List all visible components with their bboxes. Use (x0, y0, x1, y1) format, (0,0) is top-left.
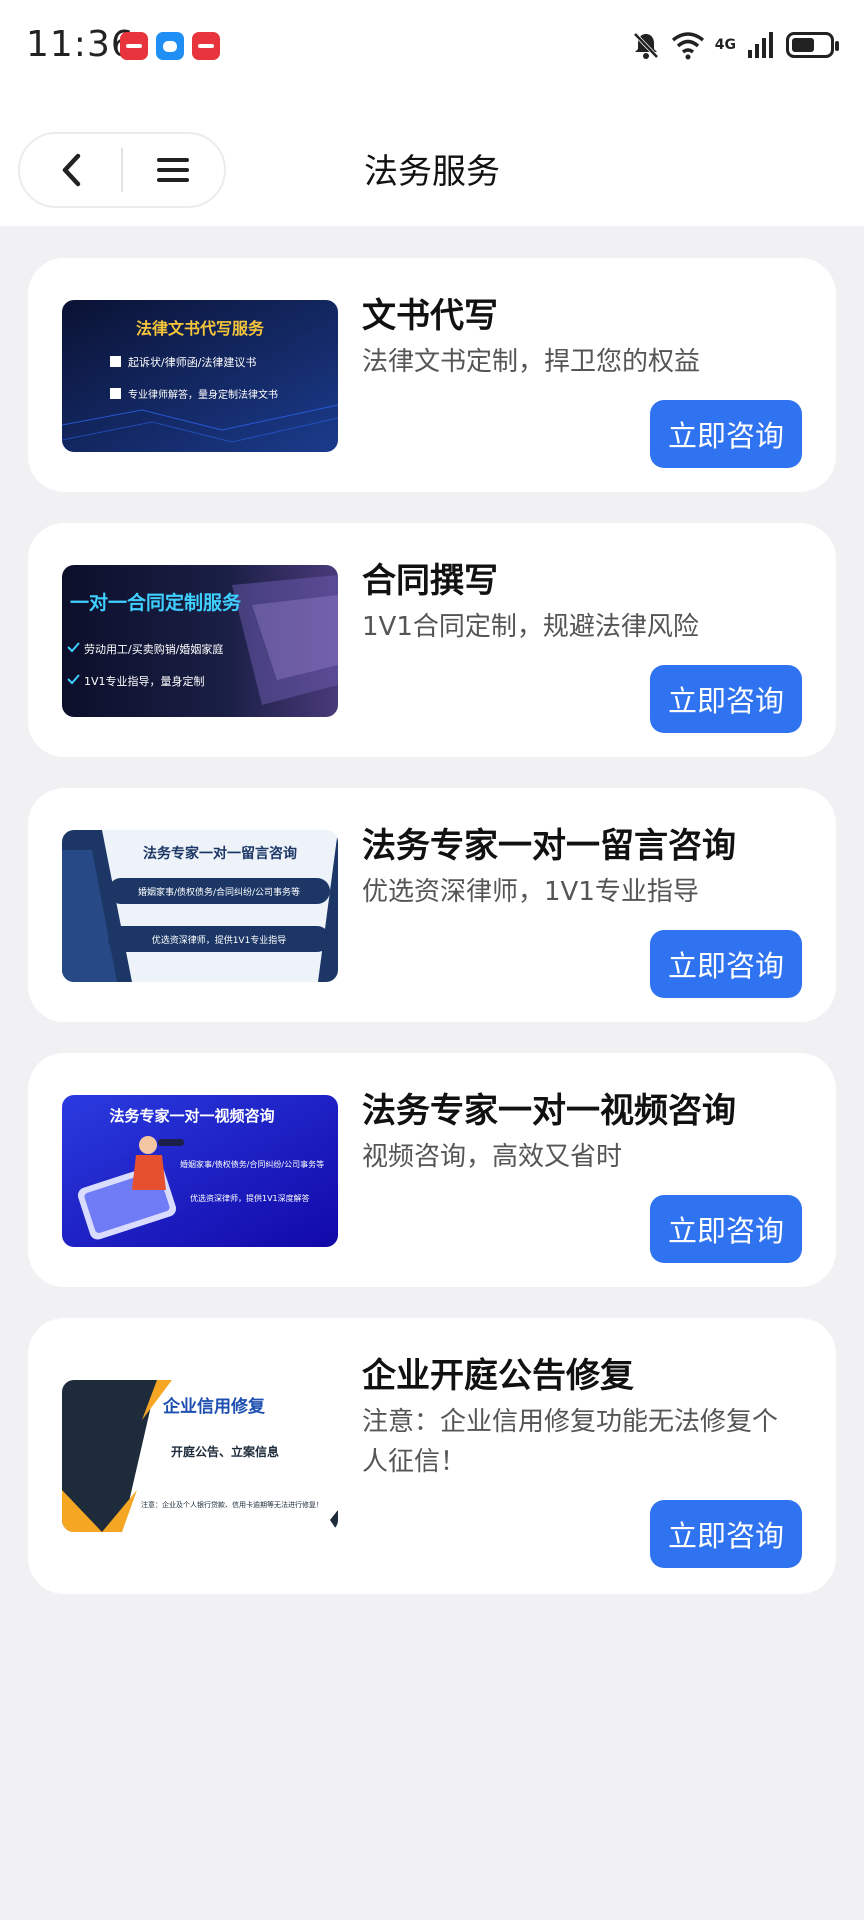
service-title: 文书代写 (362, 296, 498, 336)
signal-icon (748, 32, 773, 58)
service-title: 企业开庭公告修复 (362, 1356, 634, 1396)
service-thumbnail: 企业信用修复 开庭公告、立案信息 注意：企业及个人银行贷款、信用卡逾期等无法进行… (62, 1380, 338, 1532)
bell-muted-icon (633, 32, 659, 59)
service-description: 注意：企业信用修复功能无法修复个人征信！ (362, 1407, 779, 1477)
network-type-label: 4G (714, 37, 736, 53)
service-thumbnail: 法务专家一对一留言咨询 婚姻家事/债权债务/合同纠纷/公司事务等 优选资深律师，… (62, 830, 338, 982)
service-description: 法律文书定制，捍卫您的权益 (362, 347, 701, 377)
service-thumbnail: 法律文书代写服务 起诉状/律师函/法律建议书 专业律师解答，量身定制法律文书 (62, 300, 338, 452)
thumb-line: 劳动用工/买卖购销/婚姻家庭 (84, 642, 223, 656)
service-description: 1V1合同定制，规避法律风险 (362, 612, 699, 642)
thumb-line: 起诉状/律师函/法律建议书 (128, 355, 256, 369)
top-bar: 11:36 4G 法务服务 (0, 0, 864, 226)
thumb-line: 1V1专业指导，量身定制 (84, 674, 205, 688)
service-card: 法务专家一对一留言咨询 婚姻家事/债权债务/合同纠纷/公司事务等 优选资深律师，… (28, 788, 836, 1022)
thumb-line: 开庭公告、立案信息 (171, 1444, 279, 1459)
service-title: 法务专家一对一视频咨询 (362, 1091, 736, 1131)
app-notification-icon (192, 32, 220, 60)
app-notification-icon (120, 32, 148, 60)
thumb-line: 注意：企业及个人银行贷款、信用卡逾期等无法进行修复！ (141, 1500, 323, 1509)
consult-now-button[interactable]: 立即咨询 (650, 400, 802, 468)
consult-now-button[interactable]: 立即咨询 (650, 1500, 802, 1568)
thumb-line: 优选资深律师，提供1V1专业指导 (152, 934, 287, 946)
consult-now-button[interactable]: 立即咨询 (650, 1195, 802, 1263)
service-card: 法务专家一对一视频咨询 婚姻家事/债权债务/合同纠纷/公司事务等 优选资深律师，… (28, 1053, 836, 1287)
thumb-heading: 企业信用修复 (162, 1396, 266, 1417)
consult-now-button[interactable]: 立即咨询 (650, 665, 802, 733)
thumb-line: 专业律师解答，量身定制法律文书 (128, 388, 278, 401)
thumb-heading: 法务专家一对一留言咨询 (143, 845, 297, 862)
wifi-icon (671, 32, 704, 60)
service-card: 法律文书代写服务 起诉状/律师函/法律建议书 专业律师解答，量身定制法律文书 文… (28, 258, 836, 492)
thumb-heading: 一对一合同定制服务 (70, 591, 242, 614)
thumb-heading: 法律文书代写服务 (136, 319, 265, 338)
consult-now-button[interactable]: 立即咨询 (650, 930, 802, 998)
system-icons: 4G (631, 30, 839, 60)
service-card: 一对一合同定制服务 劳动用工/买卖购销/婚姻家庭 1V1专业指导，量身定制 合同… (28, 523, 836, 757)
service-title: 合同撰写 (362, 561, 498, 601)
thumb-line: 优选资深律师，提供1V1深度解答 (190, 1193, 310, 1203)
service-description: 优选资深律师，1V1专业指导 (362, 877, 699, 907)
notification-icons (120, 32, 220, 60)
status-time: 11:36 (26, 24, 135, 65)
page-title: 法务服务 (364, 152, 500, 192)
battery-level (792, 38, 814, 52)
service-thumbnail: 一对一合同定制服务 劳动用工/买卖购销/婚姻家庭 1V1专业指导，量身定制 (62, 565, 338, 717)
thumb-heading: 法务专家一对一视频咨询 (109, 1107, 274, 1125)
service-title: 法务专家一对一留言咨询 (362, 826, 736, 866)
chat-notification-icon (156, 32, 184, 60)
thumb-line: 婚姻家事/债权债务/合同纠纷/公司事务等 (138, 886, 300, 898)
service-thumbnail: 法务专家一对一视频咨询 婚姻家事/债权债务/合同纠纷/公司事务等 优选资深律师，… (62, 1095, 338, 1247)
thumb-line: 婚姻家事/债权债务/合同纠纷/公司事务等 (180, 1159, 324, 1169)
service-card: 企业信用修复 开庭公告、立案信息 注意：企业及个人银行贷款、信用卡逾期等无法进行… (28, 1318, 836, 1594)
service-description: 视频咨询，高效又省时 (362, 1142, 623, 1172)
battery-icon (786, 32, 839, 58)
status-bar: 11:36 4G (0, 0, 864, 96)
